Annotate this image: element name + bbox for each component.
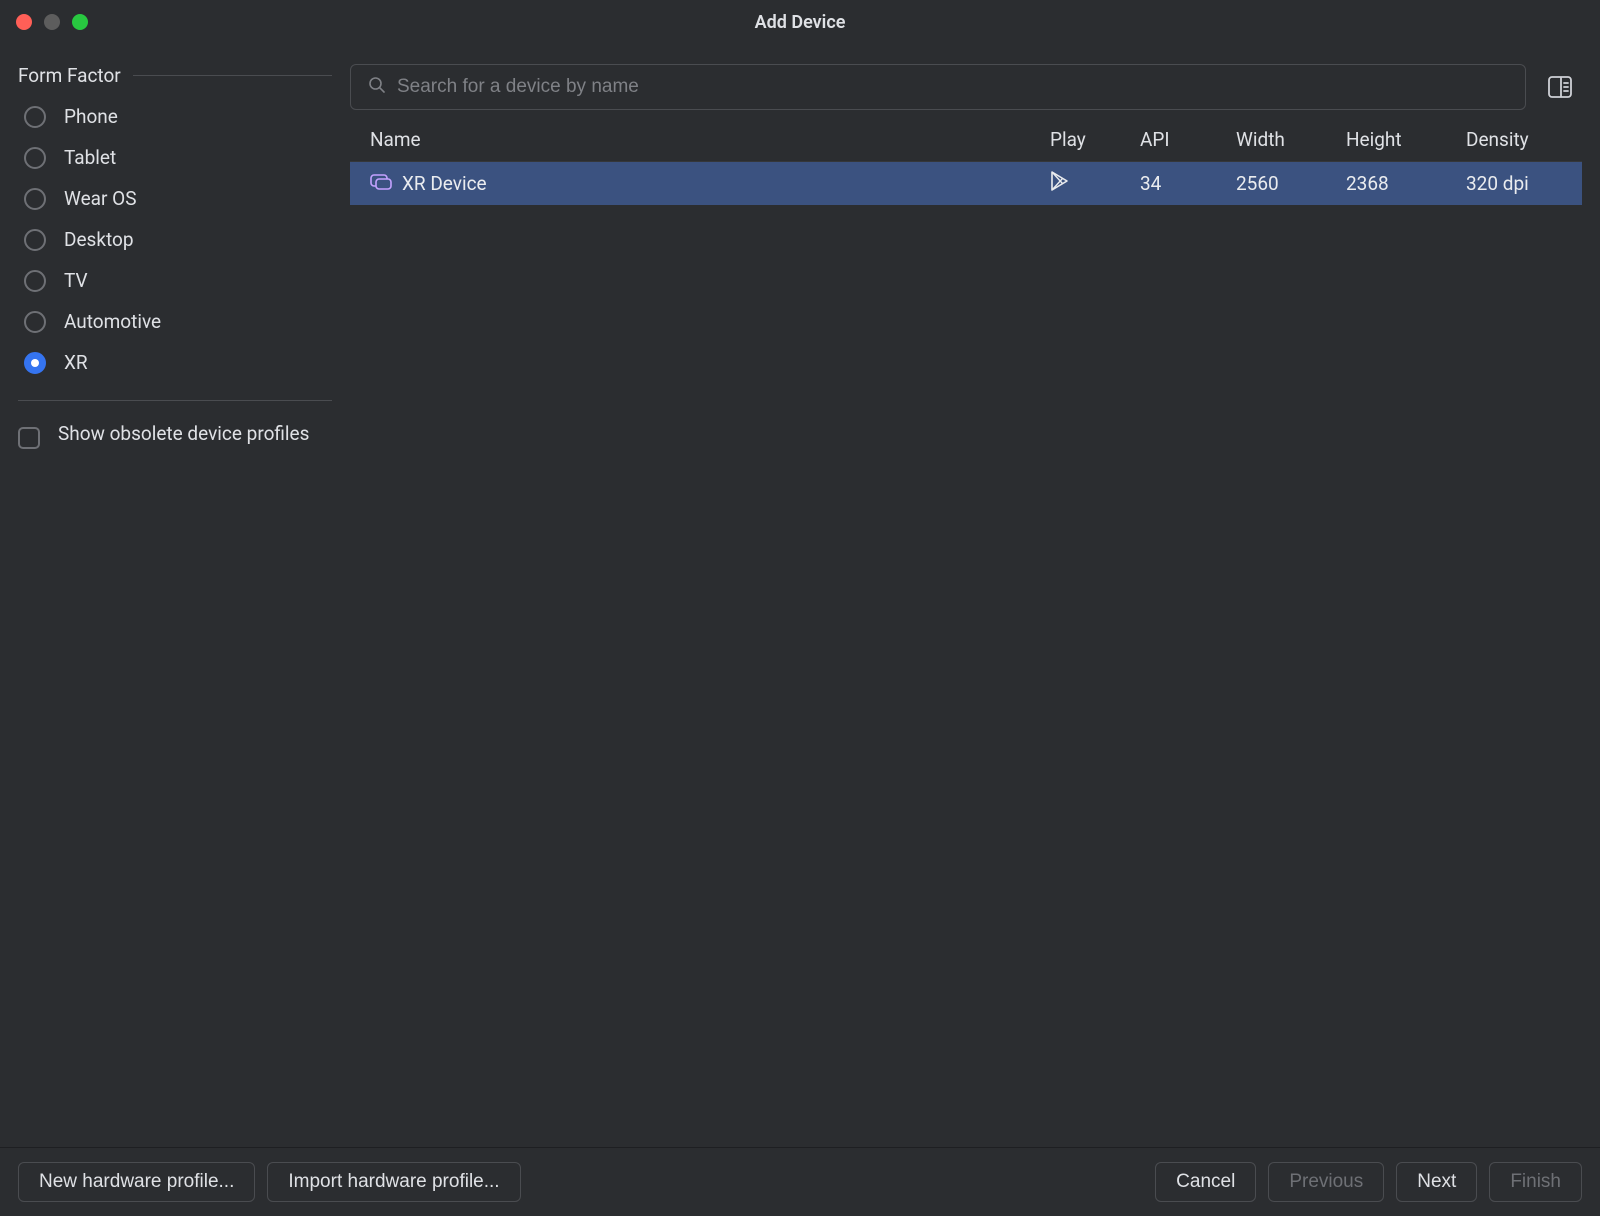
form-factor-wear-os[interactable]: Wear OS: [24, 187, 326, 210]
finish-button[interactable]: Finish: [1489, 1162, 1582, 1202]
radio-icon: [24, 147, 46, 169]
show-obsolete-checkbox[interactable]: Show obsolete device profiles: [18, 421, 332, 449]
radio-label: Desktop: [64, 228, 134, 251]
content: Form Factor Phone Tablet Wear OS: [0, 44, 1600, 1147]
details-panel-toggle[interactable]: [1538, 64, 1582, 110]
cell-play: [1036, 162, 1126, 206]
col-api-header[interactable]: API: [1126, 118, 1222, 162]
new-hardware-profile-button[interactable]: New hardware profile...: [18, 1162, 255, 1202]
close-window-button[interactable]: [16, 14, 32, 30]
main-panel: Name Play API Width Height Density: [350, 44, 1600, 1147]
cell-name: XR Device: [350, 162, 1036, 206]
details-panel-icon: [1547, 74, 1573, 100]
previous-button[interactable]: Previous: [1268, 1162, 1384, 1202]
radio-label: Phone: [64, 105, 118, 128]
col-name-header[interactable]: Name: [350, 118, 1036, 162]
radio-label: Automotive: [64, 310, 161, 333]
checkbox-icon: [18, 427, 40, 449]
window-controls: [16, 14, 88, 30]
form-factor-label: Form Factor: [18, 64, 121, 87]
radio-label: Wear OS: [64, 187, 136, 210]
minimize-window-button[interactable]: [44, 14, 60, 30]
checkbox-label: Show obsolete device profiles: [58, 421, 309, 448]
divider: [133, 75, 332, 76]
form-factor-automotive[interactable]: Automotive: [24, 310, 326, 333]
footer: New hardware profile... Import hardware …: [0, 1147, 1600, 1216]
search-input[interactable]: [397, 76, 1509, 98]
cell-height: 2368: [1332, 162, 1452, 206]
radio-label: XR: [64, 351, 88, 374]
search-icon: [367, 75, 387, 99]
sidebar: Form Factor Phone Tablet Wear OS: [0, 44, 350, 1147]
col-play-header[interactable]: Play: [1036, 118, 1126, 162]
form-factor-tablet[interactable]: Tablet: [24, 146, 326, 169]
cancel-button[interactable]: Cancel: [1155, 1162, 1256, 1202]
form-factor-xr[interactable]: XR: [24, 351, 326, 374]
cell-name-text: XR Device: [402, 172, 487, 195]
radio-icon: [24, 188, 46, 210]
form-factor-list: Phone Tablet Wear OS Desktop TV: [18, 103, 332, 376]
radio-icon: [24, 311, 46, 333]
table-row[interactable]: XR Device: [350, 162, 1582, 206]
search-box[interactable]: [350, 64, 1526, 110]
next-button[interactable]: Next: [1396, 1162, 1477, 1202]
cell-density: 320 dpi: [1452, 162, 1582, 206]
form-factor-desktop[interactable]: Desktop: [24, 228, 326, 251]
radio-icon: [24, 229, 46, 251]
form-factor-header-row: Form Factor: [18, 64, 332, 87]
cell-api: 34: [1126, 162, 1222, 206]
play-store-icon: [1050, 174, 1070, 197]
divider: [18, 400, 332, 401]
form-factor-phone[interactable]: Phone: [24, 105, 326, 128]
col-width-header[interactable]: Width: [1222, 118, 1332, 162]
window-title: Add Device: [755, 12, 846, 33]
search-row: [350, 64, 1582, 110]
radio-icon: [24, 352, 46, 374]
table-header-row: Name Play API Width Height Density: [350, 118, 1582, 162]
titlebar: Add Device: [0, 0, 1600, 44]
col-height-header[interactable]: Height: [1332, 118, 1452, 162]
radio-label: TV: [64, 269, 88, 292]
radio-icon: [24, 106, 46, 128]
device-table: Name Play API Width Height Density: [350, 118, 1582, 205]
cell-width: 2560: [1222, 162, 1332, 206]
form-factor-tv[interactable]: TV: [24, 269, 326, 292]
col-density-header[interactable]: Density: [1452, 118, 1582, 162]
import-hardware-profile-button[interactable]: Import hardware profile...: [267, 1162, 520, 1202]
xr-device-icon: [370, 172, 392, 195]
device-table-wrap: Name Play API Width Height Density: [350, 118, 1582, 1147]
add-device-window: Add Device Form Factor Phone Tablet Wear: [0, 0, 1600, 1216]
maximize-window-button[interactable]: [72, 14, 88, 30]
radio-label: Tablet: [64, 146, 116, 169]
radio-icon: [24, 270, 46, 292]
